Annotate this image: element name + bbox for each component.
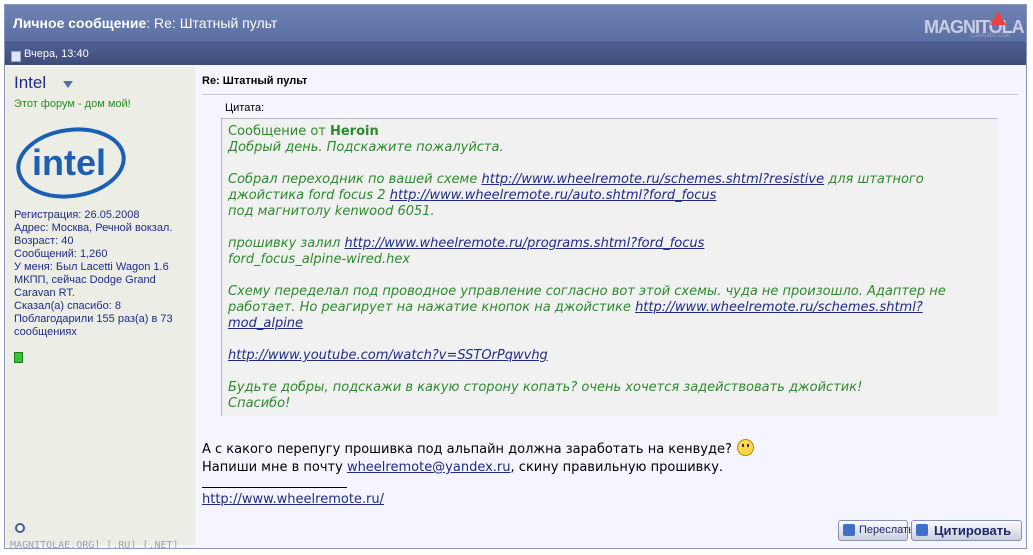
- post-date: Вчера, 13:40: [24, 48, 89, 60]
- quote-author: Сообщение от Heroin: [228, 124, 992, 140]
- quote-text: для штатного: [824, 172, 924, 187]
- quote-icon: [916, 524, 928, 536]
- quote-button[interactable]: Цитировать: [911, 520, 1022, 541]
- quote-text: Будьте добры, подскажи в какую сторону к…: [228, 380, 863, 395]
- user-menu-caret-icon[interactable]: [63, 81, 73, 88]
- forward-icon: [843, 524, 855, 536]
- signature-link[interactable]: http://www.wheelremote.ru/: [202, 492, 384, 507]
- user-age: Возраст: 40: [14, 235, 74, 247]
- page-title: Личное сообщение: Re: Штатный пульт: [13, 15, 277, 31]
- reply-line: , скину правильную прошивку.: [510, 460, 724, 475]
- post-count: Сообщений: 1,260: [14, 248, 108, 260]
- quote-text: под магнитолу kenwood 6051.: [228, 204, 435, 219]
- quote-text: прошивку залил: [228, 236, 345, 251]
- quote-text: ford_focus_alpine-wired.hex: [228, 252, 411, 267]
- youtube-link[interactable]: http://www.youtube.com/watch?v=SSTOrPqwv…: [228, 348, 548, 363]
- quote-author-name: Heroin: [329, 124, 379, 139]
- user-title: Этот форум - дом мой!: [14, 98, 131, 110]
- site-logo[interactable]: MAGNITOLA CarAudio Club: [924, 11, 1025, 41]
- reply-line: Напиши мне в почту: [202, 460, 347, 475]
- quote-text: Собрал переходник по вашей схеме: [228, 172, 482, 187]
- quote-text: работает. Но реагирует на нажатие кнопок…: [228, 300, 636, 315]
- quote-text: джойстика ford focus 2: [228, 188, 390, 203]
- post-icon: [11, 51, 21, 62]
- scheme-link[interactable]: http://www.wheelremote.ru/schemes.shtml?…: [482, 172, 825, 187]
- thanks-given: Сказал(а) спасибо: 8: [14, 300, 121, 312]
- avatar-logo-text: intel: [32, 142, 106, 183]
- footer-watermark: MAGNITOLAE.ORG] [.RU] [.NET]: [10, 540, 179, 551]
- online-status-icon: [14, 352, 23, 363]
- post-title: Re: Штатный пульт: [202, 75, 308, 87]
- thanks-received: Поблагодарили 155 раз(а) в 73 сообщениях: [14, 313, 173, 338]
- divider: [202, 94, 1018, 95]
- post-content: Re: Штатный пульт Цитата: Сообщение от H…: [195, 67, 1026, 545]
- offline-status-icon[interactable]: [15, 523, 25, 533]
- schemes-link-continued[interactable]: mod_alpine: [228, 316, 303, 331]
- title-bar: Личное сообщение: Re: Штатный пульт MAGN…: [5, 5, 1026, 43]
- schemes-link[interactable]: http://www.wheelremote.ru/schemes.shtml?: [635, 300, 923, 315]
- reply-text: А с какого перепугу прошивка под альпайн…: [202, 439, 754, 477]
- forward-button-label: Переслать: [859, 524, 914, 536]
- quote-text: Добрый день. Подскажите пожалуйста.: [228, 140, 504, 155]
- signature-divider: [202, 487, 347, 488]
- pm-window: Личное сообщение: Re: Штатный пульт MAGN…: [4, 4, 1027, 549]
- user-sidebar: Intel Этот форум - дом мой! intel Регист…: [6, 67, 195, 545]
- registration-date: Регистрация: 26.05.2008: [14, 209, 140, 221]
- title-subject: Re: Штатный пульт: [154, 15, 278, 31]
- forward-button[interactable]: Переслать: [838, 520, 914, 541]
- quote-text: Спасибо!: [228, 396, 291, 411]
- email-link[interactable]: wheelremote@yandex.ru: [347, 460, 511, 475]
- logo-subtitle: CarAudio Club: [970, 33, 1010, 39]
- title-separator: :: [146, 15, 155, 31]
- smiley-icon: [736, 439, 754, 456]
- auto-link[interactable]: http://www.wheelremote.ru/auto.shtml?for…: [390, 188, 717, 203]
- avatar: intel: [14, 125, 129, 204]
- user-car: У меня: Был Lacetti Wagon 1.6 МКПП, сейч…: [14, 261, 169, 299]
- quote-block: Сообщение от Heroin Добрый день. Подскаж…: [221, 118, 998, 416]
- quote-text: Схему переделал под проводное управление…: [228, 284, 946, 299]
- warning-triangle-icon: [990, 11, 1006, 25]
- user-info: Регистрация: 26.05.2008 Адрес: Москва, Р…: [14, 209, 186, 339]
- quote-from-prefix: Сообщение от: [228, 124, 330, 139]
- username-link[interactable]: Intel: [14, 73, 46, 93]
- user-address: Адрес: Москва, Речной вокзал.: [14, 222, 173, 234]
- quote-label: Цитата:: [225, 102, 265, 114]
- quote-button-label: Цитировать: [934, 523, 1012, 538]
- programs-link[interactable]: http://www.wheelremote.ru/programs.shtml…: [344, 236, 704, 251]
- reply-line: А с какого перепугу прошивка под альпайн…: [202, 442, 732, 457]
- intel-logo-icon: intel: [16, 127, 126, 199]
- date-bar: Вчера, 13:40: [5, 43, 1026, 65]
- title-prefix: Личное сообщение: [13, 15, 147, 31]
